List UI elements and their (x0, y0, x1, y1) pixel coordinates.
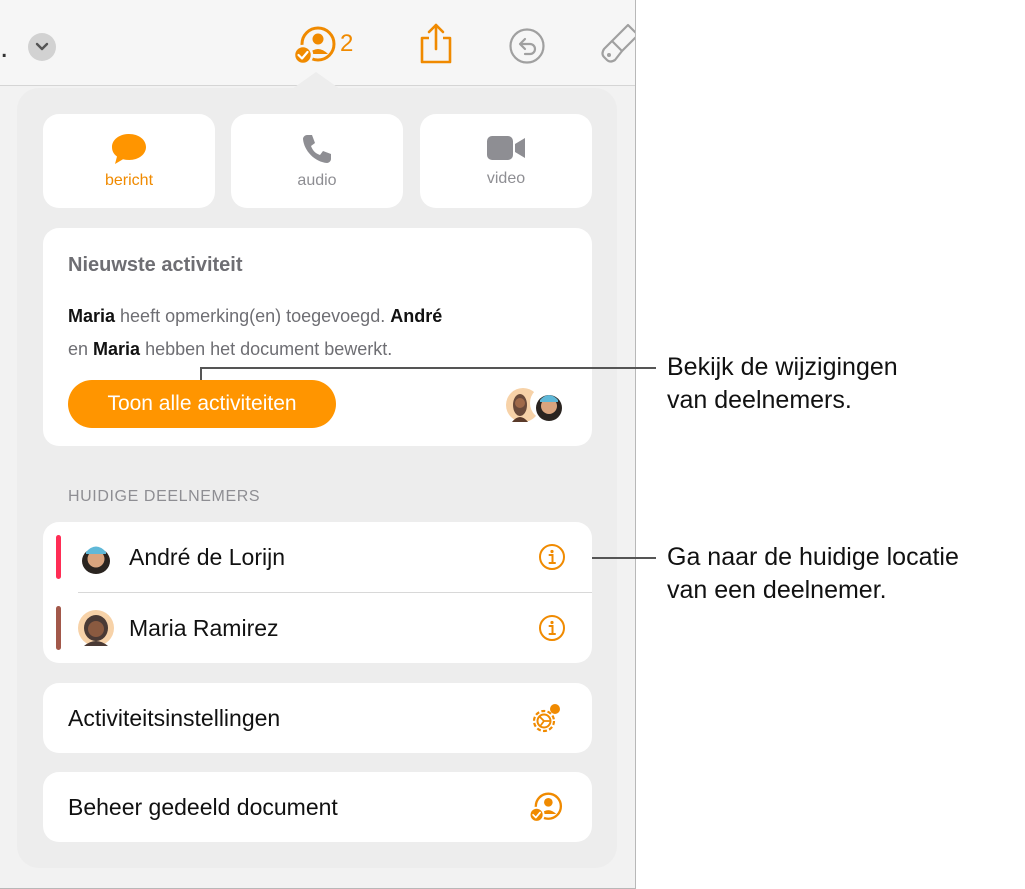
collaborate-button[interactable] (292, 24, 338, 71)
activity-title: Nieuwste activiteit (68, 254, 243, 276)
collaborate-icon (292, 26, 336, 66)
activity-text-3: hebben het document bewerkt. (140, 339, 393, 359)
more-dot: . (0, 31, 9, 64)
current-participants-header: HUIDIGE DEELNEMERS (68, 488, 261, 505)
callout-activities-line-1: Bekijk de wijzigingen (667, 353, 898, 381)
video-call-button[interactable]: video (420, 114, 592, 208)
manage-shared-document-row[interactable]: Beheer gedeeld document (43, 772, 592, 842)
participants-list: André de Lorijn Maria Ramirez (43, 522, 592, 663)
avatar-maria (78, 610, 114, 646)
message-button[interactable]: bericht (43, 114, 215, 208)
callout-activities-line-2: van deelnemers. (667, 386, 852, 414)
activity-name-2: André (390, 306, 443, 326)
participant-color-bar (56, 535, 61, 579)
activity-text-1: heeft opmerking(en) toegevoegd. (115, 306, 391, 326)
activity-settings-label: Activiteitsinstellingen (68, 705, 281, 731)
popover-arrow (292, 72, 340, 89)
format-brush-icon (601, 23, 635, 63)
callout-location: Ga naar de huidige locatie van een deeln… (667, 541, 959, 607)
activity-text-2: en (68, 339, 94, 359)
format-button[interactable] (598, 22, 635, 73)
audio-call-button[interactable]: audio (231, 114, 403, 208)
chevron-down-icon (35, 42, 49, 51)
callout-activities: Bekijk de wijzigingen van deelnemers. (667, 351, 898, 417)
info-icon[interactable] (538, 614, 566, 642)
participant-row-maria[interactable]: Maria Ramirez (43, 593, 592, 663)
activity-summary: Maria heeft opmerking(en) toegevoegd. An… (68, 300, 558, 366)
participant-row-andre[interactable]: André de Lorijn (43, 522, 592, 593)
activity-settings-gear-icon (532, 704, 560, 733)
message-label: bericht (104, 172, 154, 189)
app-frame: . 2 bericht audio video Nieuwste activit… (0, 0, 636, 889)
callout-location-line-2: van een deelnemer. (667, 576, 887, 604)
participant-name: André de Lorijn (129, 544, 285, 570)
activity-settings-row[interactable]: Activiteitsinstellingen (43, 683, 592, 753)
share-icon (420, 23, 452, 64)
share-button[interactable] (418, 22, 454, 71)
video-camera-icon (487, 136, 525, 160)
message-bubble-icon (112, 134, 146, 164)
callout-line-location (592, 557, 656, 559)
activity-name-3: Maria (93, 339, 141, 359)
view-options-button[interactable] (28, 33, 56, 61)
avatar-andre-small (530, 386, 564, 421)
phone-icon (303, 135, 331, 163)
collaborator-count: 2 (340, 30, 354, 57)
audio-label: audio (297, 172, 337, 189)
participant-color-bar (56, 606, 61, 650)
latest-activity-card: Nieuwste activiteit Maria heeft opmerkin… (43, 228, 592, 446)
undo-icon (509, 28, 545, 64)
callout-tick-activities (200, 367, 202, 380)
avatar-andre (78, 539, 114, 575)
callout-location-line-1: Ga naar de huidige locatie (667, 543, 959, 571)
manage-shared-document-label: Beheer gedeeld document (68, 794, 338, 820)
info-icon[interactable] (538, 543, 566, 571)
callout-line-activities (200, 367, 656, 369)
undo-button[interactable] (508, 27, 546, 70)
activity-name-1: Maria (68, 306, 116, 326)
show-all-activities-button[interactable]: Toon alle activiteiten (68, 380, 336, 428)
video-label: video (486, 170, 526, 187)
participant-name: Maria Ramirez (129, 615, 279, 641)
manage-shared-icon (528, 792, 563, 823)
